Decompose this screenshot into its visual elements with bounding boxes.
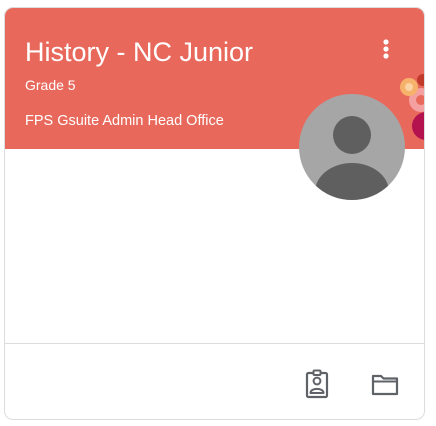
decoration-orange-ring-inner xyxy=(405,83,413,91)
more-options-button[interactable] xyxy=(369,32,403,66)
open-your-work-button[interactable] xyxy=(297,364,337,404)
folder-icon xyxy=(371,374,399,396)
open-class-folder-button[interactable] xyxy=(365,364,405,404)
more-vert-icon xyxy=(383,39,389,59)
class-card[interactable]: History - NC Junior Grade 5 FPS Gsuite A… xyxy=(4,7,425,420)
class-section: Grade 5 xyxy=(25,77,76,93)
class-title[interactable]: History - NC Junior xyxy=(25,36,253,68)
assignment-ind-icon xyxy=(305,369,329,399)
teacher-avatar[interactable] xyxy=(299,94,405,200)
class-owner[interactable]: FPS Gsuite Admin Head Office xyxy=(25,112,224,130)
person-icon xyxy=(299,94,405,200)
class-card-footer xyxy=(5,343,424,419)
